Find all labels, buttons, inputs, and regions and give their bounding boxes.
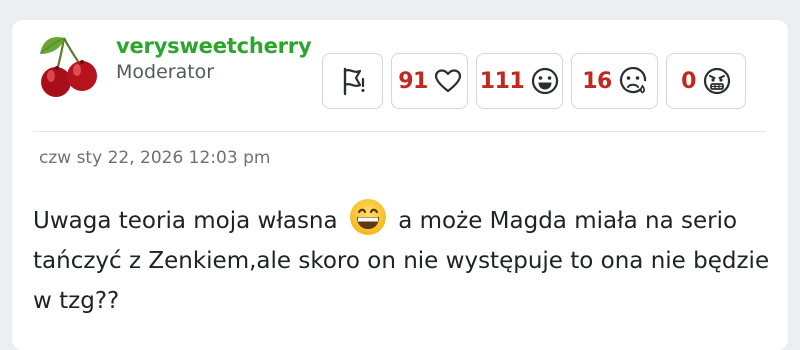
haha-reaction-button[interactable]: 111 bbox=[476, 53, 563, 109]
post-date: czw sty 22, 2026 12:03 pm bbox=[39, 148, 271, 168]
user-role: Moderator bbox=[116, 61, 215, 83]
angry-face-icon bbox=[703, 67, 731, 95]
angry-count: 0 bbox=[681, 68, 696, 94]
report-button[interactable] bbox=[322, 53, 383, 109]
heart-icon bbox=[434, 69, 461, 93]
reaction-bar: 91 111 16 0 bbox=[322, 53, 746, 111]
sad-reaction-button[interactable]: 16 bbox=[571, 53, 658, 109]
flag-icon bbox=[339, 66, 367, 96]
cherries-icon bbox=[40, 36, 97, 97]
angry-reaction-button[interactable]: 0 bbox=[666, 53, 746, 109]
username[interactable]: verysweetcherry bbox=[116, 34, 312, 58]
divider bbox=[33, 131, 766, 132]
post-text-part-1: Uwaga teoria moja własna bbox=[33, 208, 338, 234]
haha-count: 111 bbox=[479, 68, 525, 94]
post-card: verysweetcherry Moderator 91 111 16 0 cz… bbox=[12, 20, 788, 350]
post-body: Uwaga teoria moja własna a może Magda mi… bbox=[33, 198, 773, 321]
crying-face-icon bbox=[619, 67, 647, 95]
love-count: 91 bbox=[398, 68, 428, 94]
love-reaction-button[interactable]: 91 bbox=[391, 53, 468, 109]
avatar[interactable] bbox=[38, 32, 104, 102]
grinning-face-emoji bbox=[349, 198, 387, 236]
laughing-face-icon bbox=[531, 67, 559, 95]
sad-count: 16 bbox=[582, 68, 612, 94]
